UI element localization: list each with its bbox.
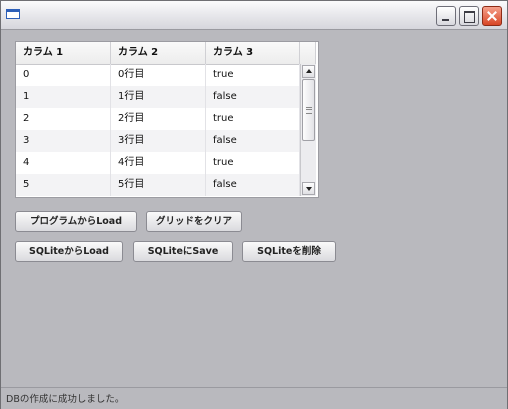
table-row[interactable]: 1 1行目 false: [16, 86, 300, 108]
load-from-sqlite-button[interactable]: SQLiteからLoad: [15, 241, 123, 262]
table-cell[interactable]: 2: [16, 108, 111, 130]
column-header-filler: [300, 42, 316, 64]
table-cell[interactable]: false: [206, 130, 300, 152]
table-cell[interactable]: 1行目: [111, 86, 206, 108]
delete-sqlite-button[interactable]: SQLiteを削除: [242, 241, 336, 262]
column-header-2[interactable]: カラム 2: [111, 42, 206, 64]
table-cell[interactable]: 3行目: [111, 130, 206, 152]
table-cell[interactable]: 2行目: [111, 108, 206, 130]
save-to-sqlite-button[interactable]: SQLiteにSave: [133, 241, 233, 262]
table-cell[interactable]: 1: [16, 86, 111, 108]
table-cell[interactable]: 5: [16, 174, 111, 196]
clear-grid-button[interactable]: グリッドをクリア: [146, 211, 242, 232]
maximize-button[interactable]: [459, 6, 479, 26]
grid-header: カラム 1 カラム 2 カラム 3: [16, 42, 316, 65]
table-row[interactable]: 0 0行目 true: [16, 64, 300, 86]
app-icon: [6, 9, 20, 19]
column-header-1[interactable]: カラム 1: [16, 42, 111, 64]
scroll-thumb-grip-icon[interactable]: [302, 79, 315, 141]
table-cell[interactable]: 4行目: [111, 152, 206, 174]
table-cell[interactable]: 3: [16, 130, 111, 152]
column-header-3[interactable]: カラム 3: [206, 42, 300, 64]
table-row[interactable]: 3 3行目 false: [16, 130, 300, 152]
table-cell[interactable]: false: [206, 86, 300, 108]
table-cell[interactable]: 5行目: [111, 174, 206, 196]
table-cell[interactable]: true: [206, 108, 300, 130]
table-cell[interactable]: 4: [16, 152, 111, 174]
table-cell[interactable]: true: [206, 64, 300, 86]
app-window: カラム 1 カラム 2 カラム 3 0 0行目 true 1 1行目 false…: [0, 0, 508, 409]
table-cell[interactable]: 0行目: [111, 64, 206, 86]
status-message: DBの作成に成功しました。: [6, 394, 125, 405]
table-row[interactable]: 5 5行目 false: [16, 174, 300, 196]
table-cell[interactable]: true: [206, 152, 300, 174]
table-row[interactable]: 2 2行目 true: [16, 108, 300, 130]
title-bar[interactable]: [1, 1, 507, 30]
scroll-up-icon[interactable]: [302, 65, 315, 78]
vertical-scrollbar[interactable]: [300, 64, 316, 196]
scroll-down-icon[interactable]: [302, 182, 315, 195]
close-button[interactable]: [482, 6, 502, 26]
data-grid[interactable]: カラム 1 カラム 2 カラム 3 0 0行目 true 1 1行目 false…: [15, 41, 319, 198]
load-from-program-button[interactable]: プログラムからLoad: [15, 211, 137, 232]
minimize-button[interactable]: [436, 6, 456, 26]
status-bar: DBの作成に成功しました。: [1, 387, 507, 409]
table-row[interactable]: 4 4行目 true: [16, 152, 300, 174]
table-cell[interactable]: false: [206, 174, 300, 196]
table-cell[interactable]: 0: [16, 64, 111, 86]
